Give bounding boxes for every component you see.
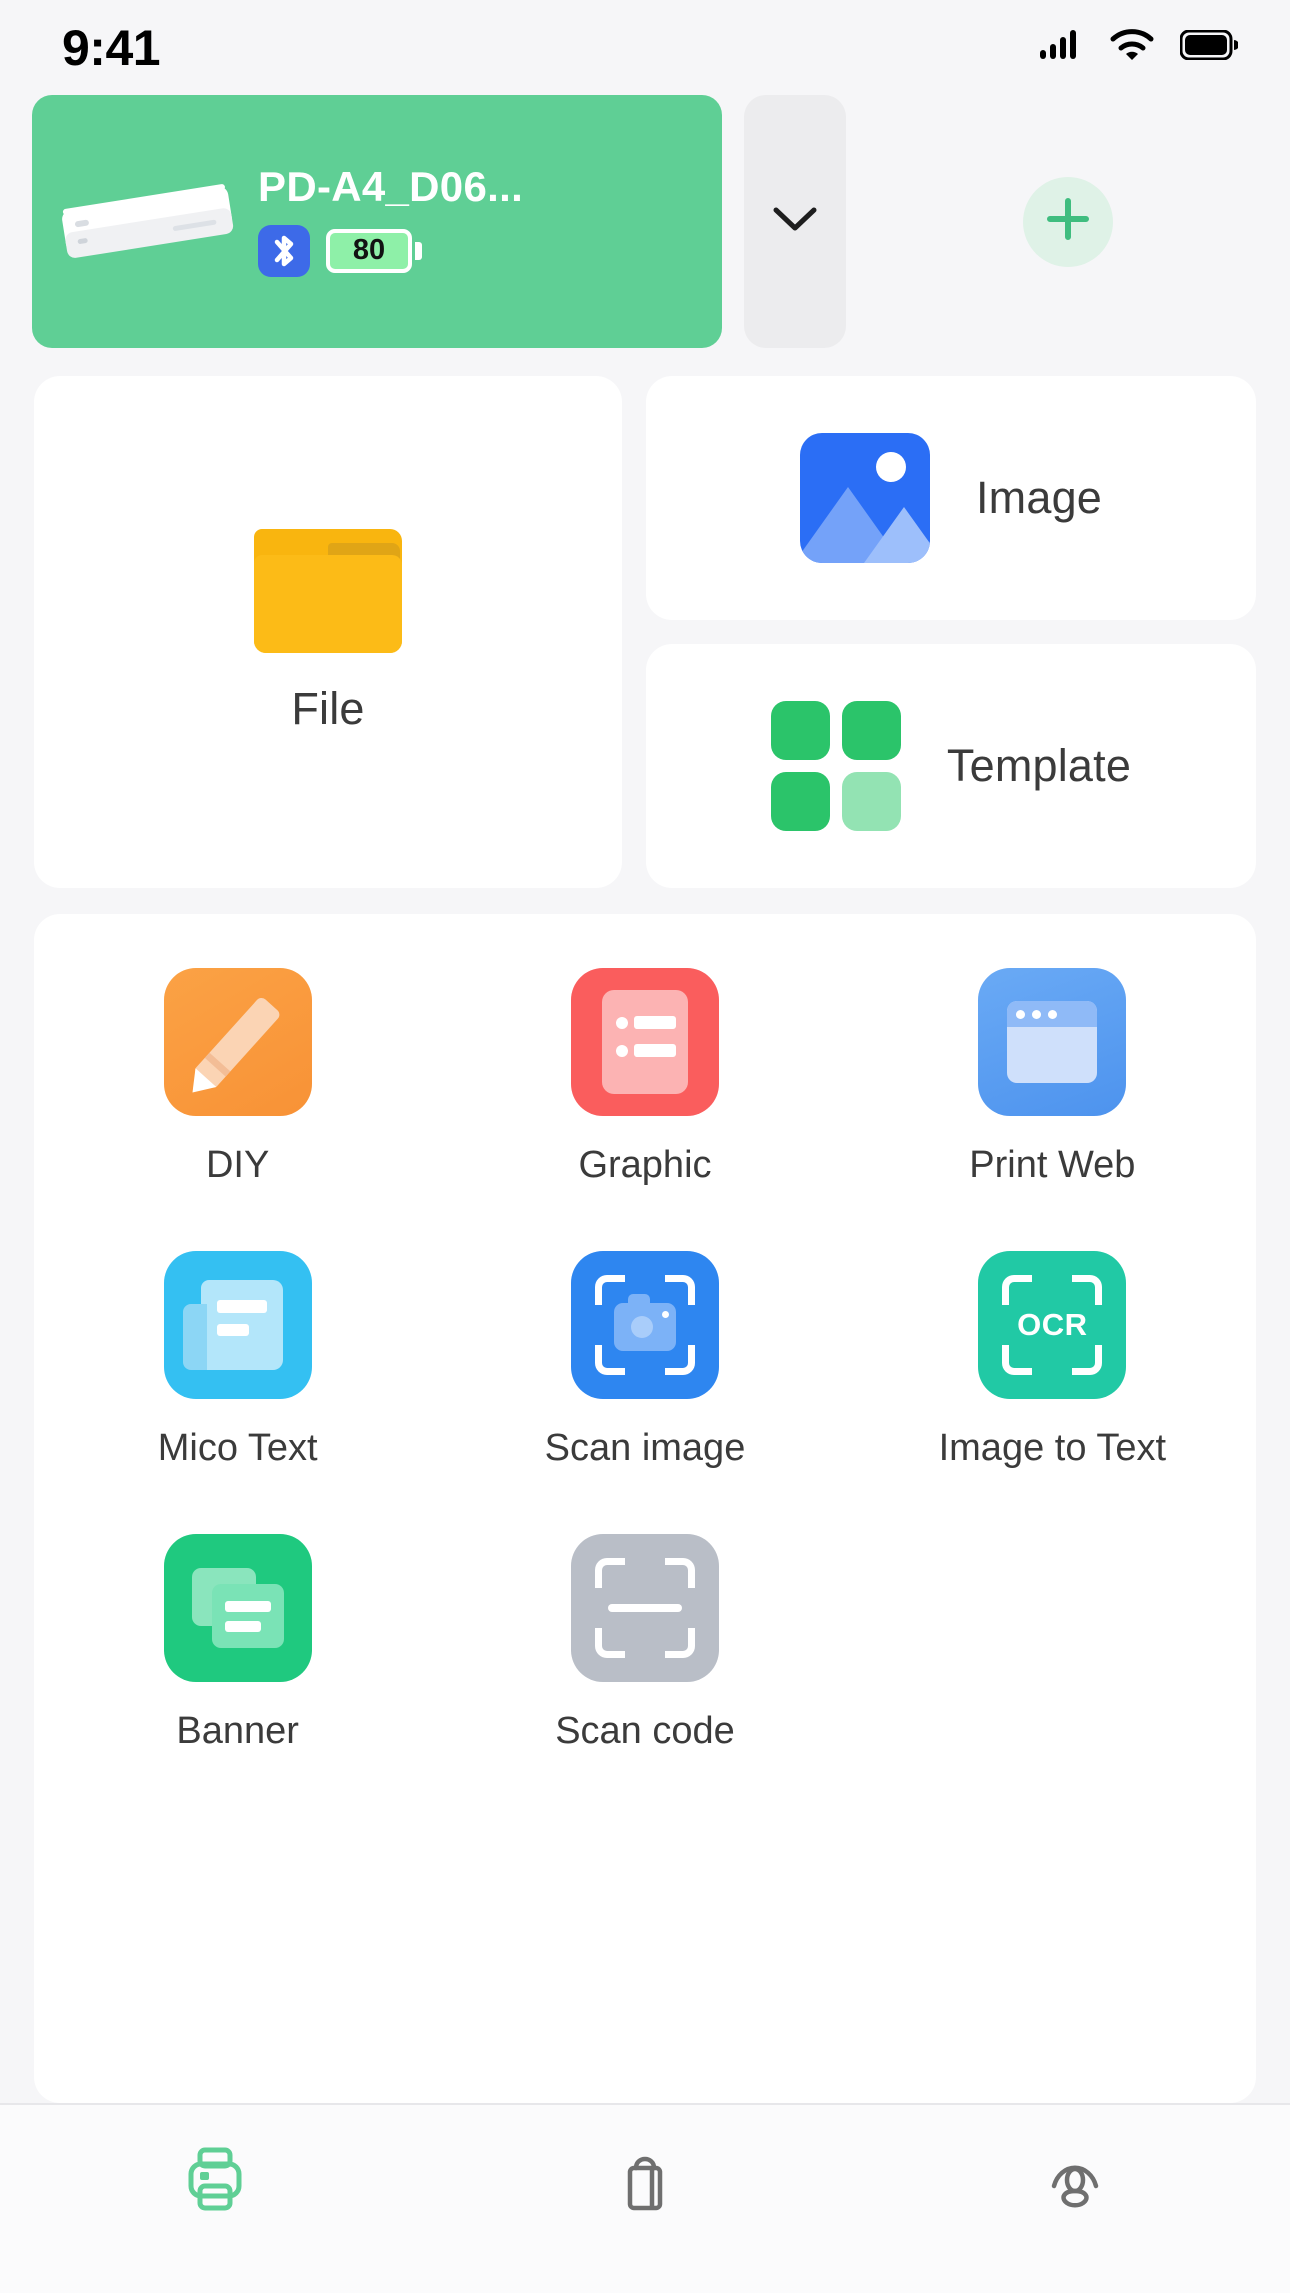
cellular-signal-icon	[1040, 30, 1084, 65]
pencil-icon	[163, 968, 312, 1116]
banner-cards-icon	[163, 1534, 312, 1682]
list-document-icon	[570, 968, 719, 1116]
connected-device-card[interactable]: PD-A4_D06... 80	[32, 95, 722, 348]
scan-camera-icon	[570, 1251, 719, 1399]
tool-diy-label: DIY	[205, 1144, 270, 1186]
grid-squares-icon	[770, 701, 901, 831]
tool-scan-code[interactable]: Scan code	[441, 1534, 848, 1753]
chevron-down-icon	[772, 205, 818, 238]
wifi-icon	[1110, 29, 1154, 66]
tools-panel: DIY Graphic Print Web Mico Text Scan ima…	[34, 914, 1256, 2103]
tool-scan-code-label: Scan code	[555, 1710, 735, 1752]
tool-mico-text[interactable]: Mico Text	[34, 1251, 441, 1470]
book-text-icon	[163, 1251, 312, 1399]
browser-window-icon	[978, 968, 1127, 1116]
status-bar-icons	[1040, 29, 1239, 66]
picture-icon	[799, 433, 930, 563]
quick-action-image-label: Image	[975, 472, 1103, 523]
device-name: PD-A4_D06...	[258, 162, 524, 210]
add-device-button[interactable]	[846, 95, 1290, 348]
battery-icon	[1179, 29, 1239, 65]
tools-row: Banner Scan code	[34, 1534, 1256, 1817]
status-bar: 9:41	[0, 0, 1290, 95]
device-battery-badge: 80	[326, 228, 422, 273]
tools-row: Mico Text Scan image OCR Image to Text	[34, 1251, 1256, 1534]
device-status: 80	[258, 224, 422, 277]
tool-scan-image[interactable]: Scan image	[441, 1251, 848, 1470]
device-list-expand-button[interactable]	[744, 95, 846, 348]
quick-action-image[interactable]: Image	[646, 376, 1256, 620]
quick-action-template-label: Template	[946, 740, 1132, 791]
ocr-scan-icon: OCR	[978, 1251, 1127, 1399]
tool-diy[interactable]: DIY	[34, 968, 441, 1187]
device-info: PD-A4_D06... 80	[258, 163, 523, 281]
ocr-badge-text: OCR	[1017, 1307, 1088, 1342]
scan-code-icon	[570, 1534, 719, 1682]
tool-placeholder	[849, 1534, 1256, 1753]
status-time: 9:41	[62, 19, 161, 76]
shopping-bag-icon	[608, 2142, 682, 2221]
tab-print[interactable]	[0, 2142, 430, 2221]
printer-icon	[178, 2142, 252, 2221]
bluetooth-icon	[258, 224, 310, 277]
tools-row: DIY Graphic Print Web	[34, 968, 1256, 1251]
tool-graphic[interactable]: Graphic	[441, 968, 848, 1187]
tool-banner[interactable]: Banner	[34, 1534, 441, 1753]
tool-scan-image-label: Scan image	[544, 1427, 746, 1469]
quick-action-file[interactable]: File	[34, 376, 622, 888]
tool-graphic-label: Graphic	[578, 1144, 712, 1186]
device-row: PD-A4_D06... 80	[0, 95, 1290, 348]
tool-banner-label: Banner	[176, 1710, 299, 1752]
tool-image-to-text[interactable]: OCR Image to Text	[849, 1251, 1256, 1470]
tool-print-web-label: Print Web	[969, 1144, 1136, 1186]
tab-profile[interactable]	[860, 2142, 1290, 2221]
battery-cap	[415, 241, 422, 260]
quick-action-file-label: File	[291, 683, 365, 734]
user-profile-icon	[1038, 2142, 1112, 2221]
printer-device-illustration	[54, 170, 244, 280]
plus-icon	[1043, 194, 1093, 249]
folder-icon	[254, 529, 402, 653]
tool-print-web[interactable]: Print Web	[849, 968, 1256, 1187]
tool-mico-text-label: Mico Text	[157, 1427, 318, 1469]
tool-image-to-text-label: Image to Text	[938, 1427, 1167, 1469]
tab-store[interactable]	[430, 2142, 860, 2221]
quick-actions: File Image Template	[0, 348, 1290, 888]
quick-action-template[interactable]: Template	[646, 644, 1256, 888]
device-battery-level: 80	[352, 234, 386, 266]
app-screen: 9:41 PD-A4_D06... 80 File Image Template…	[0, 0, 1290, 2293]
bottom-tab-bar	[0, 2103, 1290, 2293]
quick-actions-right: Image Template	[646, 376, 1256, 888]
